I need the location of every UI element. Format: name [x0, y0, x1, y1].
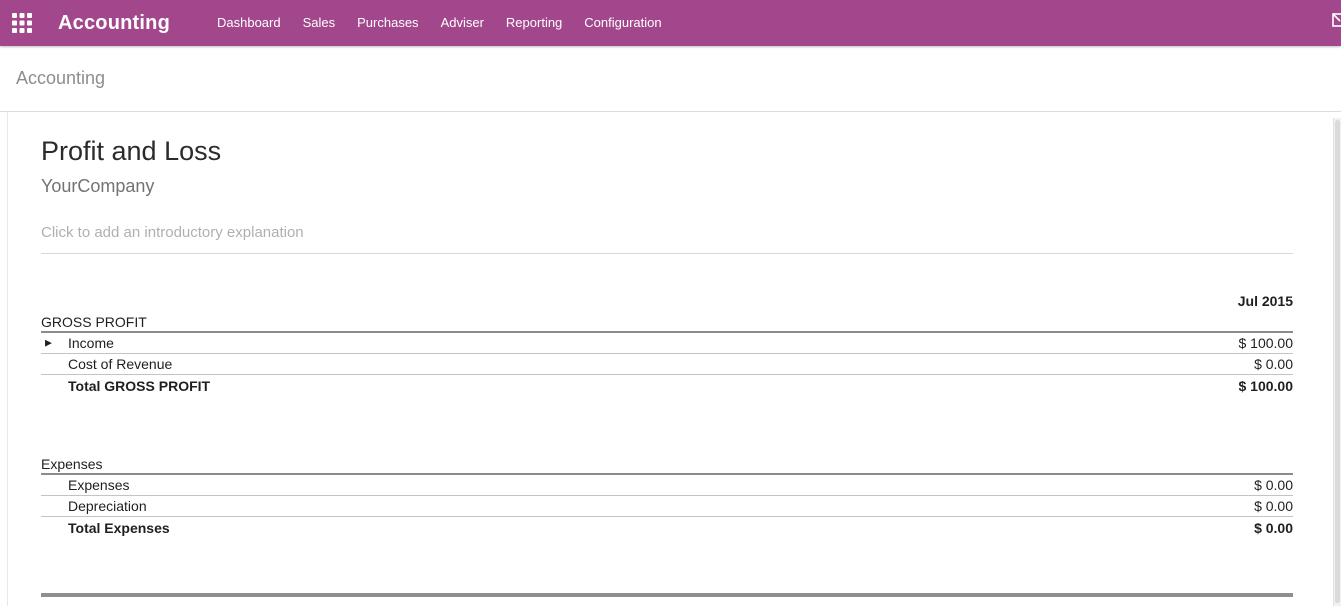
section-header-gross-profit: GROSS PROFIT	[41, 312, 1293, 333]
breadcrumb-bar: Accounting	[0, 46, 1341, 112]
company-name: YourCompany	[41, 176, 1293, 197]
apps-grid-icon	[12, 13, 32, 33]
row-value: $ 0.00	[1254, 520, 1293, 536]
row-value: $ 100.00	[1239, 378, 1294, 394]
main-menu: Dashboard Sales Purchases Adviser Report…	[206, 0, 673, 46]
row-label: Income	[68, 335, 114, 351]
top-navbar: Accounting Dashboard Sales Purchases Adv…	[0, 0, 1341, 46]
row-value: $ 0.00	[1254, 356, 1293, 372]
row-label: Total Expenses	[41, 520, 170, 536]
section-header-expenses: Expenses	[41, 454, 1293, 475]
report-sheet: Profit and Loss YourCompany Click to add…	[7, 112, 1333, 606]
row-total-gross-profit: Total GROSS PROFIT $ 100.00	[41, 375, 1293, 397]
menu-item-reporting[interactable]: Reporting	[495, 0, 573, 46]
row-cost-of-revenue[interactable]: Cost of Revenue $ 0.00	[41, 354, 1293, 375]
net-profit-double-rule	[41, 593, 1293, 597]
row-depreciation[interactable]: Depreciation $ 0.00	[41, 496, 1293, 517]
clipped-topbar-icon[interactable]	[1332, 13, 1341, 33]
menu-item-configuration[interactable]: Configuration	[573, 0, 672, 46]
row-label: Depreciation	[41, 498, 147, 514]
row-label: Total GROSS PROFIT	[41, 378, 210, 394]
section-name: Expenses	[41, 456, 102, 472]
report-page: Profit and Loss YourCompany Click to add…	[0, 112, 1341, 606]
row-value: $ 100.00	[1239, 335, 1294, 351]
menu-item-dashboard[interactable]: Dashboard	[206, 0, 292, 46]
row-income[interactable]: ▶ Income $ 100.00	[41, 333, 1293, 354]
row-total-expenses: Total Expenses $ 0.00	[41, 517, 1293, 539]
row-value: $ 0.00	[1254, 477, 1293, 493]
menu-item-purchases[interactable]: Purchases	[346, 0, 429, 46]
report-title: Profit and Loss	[41, 136, 1293, 167]
profit-loss-table: Jul 2015 GROSS PROFIT ▶ Income $ 100.00 …	[41, 290, 1293, 606]
vertical-scrollbar[interactable]	[1333, 118, 1341, 606]
breadcrumb[interactable]: Accounting	[16, 68, 105, 89]
row-expenses[interactable]: Expenses $ 0.00	[41, 475, 1293, 496]
net-gap	[41, 539, 1293, 593]
expand-caret-icon[interactable]: ▶	[45, 339, 52, 348]
row-net-profit: NET PROFIT $ 100.00	[41, 600, 1293, 606]
section-gap	[41, 397, 1293, 454]
menu-item-sales[interactable]: Sales	[292, 0, 347, 46]
scrollbar-thumb[interactable]	[1335, 120, 1340, 603]
period-column-header: Jul 2015	[1238, 293, 1293, 309]
section-name: GROSS PROFIT	[41, 314, 147, 330]
row-value: $ 0.00	[1254, 498, 1293, 514]
intro-placeholder[interactable]: Click to add an introductory explanation	[41, 224, 1293, 254]
table-header-row: Jul 2015	[41, 290, 1293, 312]
apps-menu-button[interactable]	[0, 0, 44, 46]
row-label: Expenses	[41, 477, 129, 493]
menu-item-adviser[interactable]: Adviser	[430, 0, 495, 46]
row-label: Cost of Revenue	[41, 356, 172, 372]
app-title: Accounting	[58, 12, 170, 35]
